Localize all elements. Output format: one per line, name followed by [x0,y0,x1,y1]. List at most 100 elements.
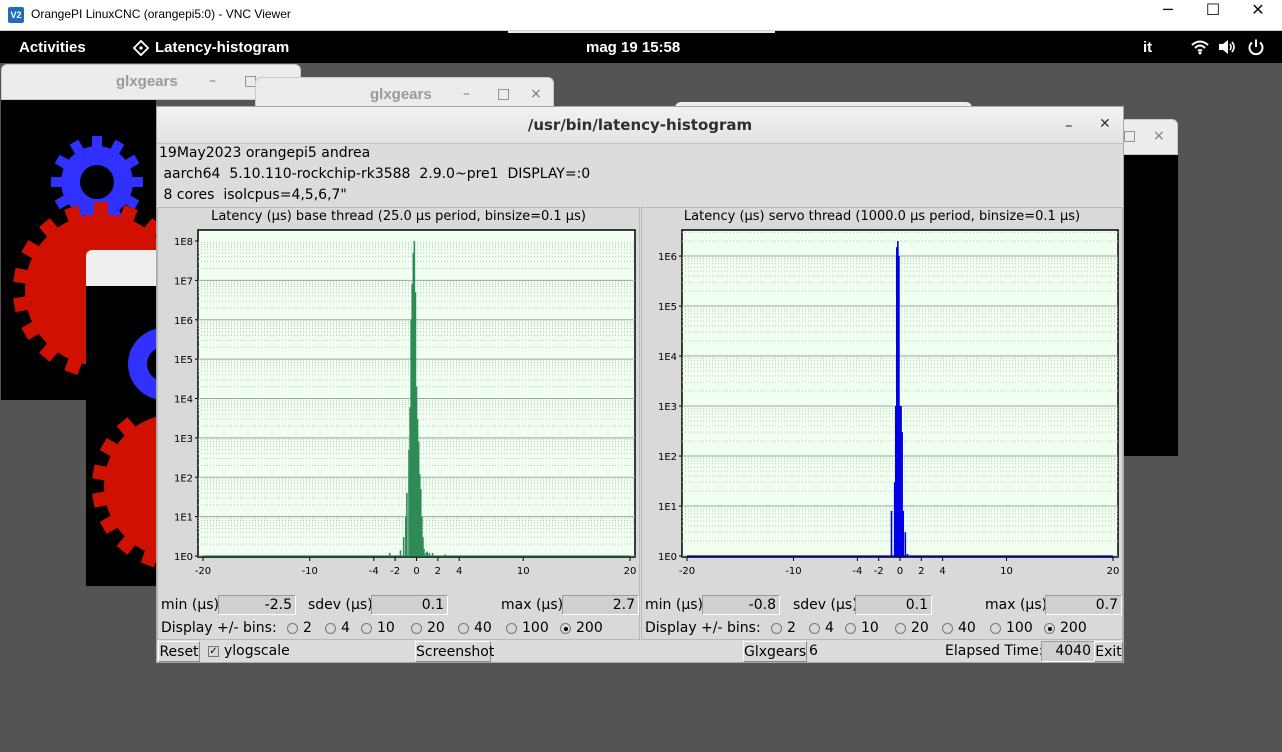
base-bar [444,554,447,556]
base-bins-radio-100[interactable] [506,623,517,634]
servo-bins-radio-label: 4 [825,620,834,636]
servo-x-tick-label: 20 [1107,566,1120,577]
elapsed-time-label: Elapsed Time: [945,643,1044,659]
servo-x-tick-label: -10 [785,566,801,577]
servo-bins-radio-4[interactable] [809,623,820,634]
base-bar [431,552,434,556]
activities-button[interactable]: Activities [19,39,86,56]
servo-histogram-title: Latency (µs) servo thread (1000.0 µs per… [683,209,1081,224]
servo-max-value: 0.7 [1045,595,1122,615]
base-bar [406,492,408,556]
servo-bins-radio-label: 20 [911,620,929,636]
base-x-tick-label: 2 [435,566,441,577]
screenshot-button[interactable]: Screenshot [415,641,494,662]
latency-histogram-window: /usr/bin/latency-histogram – ✕ 19May2023… [156,106,1124,663]
base-y-tick-label: 1E7 [174,276,193,287]
servo-y-tick-label: 1E6 [658,252,677,263]
servo-bins-radio-label: 40 [958,620,976,636]
sysinfo-line-3: 8 cores isolcpus=4,5,6,7" [159,187,347,203]
servo-bar [906,553,909,556]
power-icon[interactable] [1247,38,1265,56]
wifi-icon[interactable] [1191,39,1209,55]
vnc-close-button[interactable]: ✕ [1235,0,1281,31]
base-x-tick-label: 4 [456,566,462,577]
servo-bar [890,510,893,556]
glxgears-button[interactable]: Glxgears [743,641,807,662]
vnc-window-title: OrangePI LinuxCNC (orangepi5:0) - VNC Vi… [31,7,291,21]
servo-bins-radio-40[interactable] [942,623,953,634]
base-y-tick-label: 1E2 [174,473,193,484]
servo-x-tick-label: -2 [874,566,884,577]
glxgears-2-close-button[interactable]: × [530,86,542,102]
servo-bins-radio-10[interactable] [845,623,856,634]
window-title: /usr/bin/latency-histogram [527,116,753,134]
base-x-tick-label: -20 [195,566,211,577]
glxgears-window-3-titlebar[interactable] [86,250,156,286]
servo-bins-radio-200[interactable] [1044,623,1055,634]
exit-button[interactable]: Exit [1094,641,1123,662]
servo-bins-radio-20[interactable] [895,623,906,634]
servo-bins-radio-100[interactable] [990,623,1001,634]
base-x-tick-label: 20 [624,566,637,577]
base-x-tick-label: 10 [517,566,530,577]
base-bar [402,537,405,556]
glxgears-1-minimize-button[interactable]: – [209,73,216,89]
servo-min-label: min (µs) [645,597,703,613]
volume-icon[interactable] [1218,39,1236,55]
base-bins-radio-20[interactable] [411,623,422,634]
servo-bins-radio-2[interactable] [771,623,782,634]
servo-bins-radio-label: 200 [1060,620,1087,636]
base-bins-radio-label: 40 [474,620,492,636]
servo-x-tick-label: 0 [897,566,903,577]
base-y-tick-label: 1E3 [174,434,193,445]
base-bins-radio-2[interactable] [287,623,298,634]
glxgears-count: 6 [809,643,818,659]
base-min-label: min (µs) [161,597,219,613]
base-thread-panel: Latency (µs) base thread (25.0 µs period… [157,207,640,640]
glxgears-5-close-button[interactable]: × [1153,128,1165,144]
keyboard-layout-indicator[interactable]: it [1143,39,1152,56]
base-x-tick-label: -10 [302,566,318,577]
glxgears-5-maximize-button[interactable]: □ [1123,128,1136,144]
vnc-maximize-button[interactable]: ☐ [1190,0,1236,31]
vnc-minimize-button[interactable]: ─ [1145,0,1191,31]
sysinfo-line-1: 19May2023 orangepi5 andrea [159,145,371,161]
glxgears-5-canvas [1124,155,1178,456]
base-y-tick-label: 1E4 [174,395,193,406]
servo-x-tick-label: 10 [1000,566,1013,577]
base-sdev-value: 0.1 [371,595,448,615]
servo-y-tick-label: 1E4 [658,352,677,363]
vnc-toolbar-handle[interactable] [508,31,775,33]
base-bins-radio-200[interactable] [560,623,571,634]
base-bar [426,551,428,556]
servo-histogram-chart: 1E01E11E21E31E41E51E6-20 -10 -4 -2 0 2 4 10 20 [658,229,1120,577]
servo-bins-radio-label: 100 [1006,620,1033,636]
servo-bar [902,510,904,556]
base-bins-radio-label: 100 [522,620,549,636]
clock[interactable]: mag 19 15:58 [586,39,680,56]
reset-button[interactable]: Reset [158,641,200,662]
window-minimize-button[interactable]: – [1065,116,1073,134]
window-close-button[interactable]: ✕ [1099,116,1111,132]
servo-y-tick-label: 1E5 [658,302,677,313]
glxgears-2-maximize-button[interactable]: □ [497,86,510,102]
base-bins-radio-4[interactable] [325,623,336,634]
base-y-tick-label: 1E5 [174,355,193,366]
elapsed-time-value: 4040 [1041,641,1095,662]
base-bar [428,552,431,556]
servo-bins-radio-group: 2 4 10 20 40 100 200 [642,618,1122,638]
servo-x-tick-label: -4 [852,566,862,577]
ylogscale-checkbox[interactable]: ✓ [208,646,219,657]
sysinfo-line-2: aarch64 5.10.110-rockchip-rk3588 2.9.0~p… [159,166,591,182]
servo-thread-panel: Latency (µs) servo thread (1000.0 µs per… [641,207,1123,640]
app-menu-label[interactable]: Latency-histogram [155,39,289,56]
glxgears-window-2-title: glxgears [370,86,432,103]
base-bar [399,550,402,556]
base-bins-radio-10[interactable] [361,623,372,634]
base-y-tick-label: 1E0 [174,552,193,563]
ylogscale-label: ylogscale [224,643,290,659]
base-x-tick-label: -2 [390,566,400,577]
base-bins-radio-group: 2 4 10 20 40 100 200 [158,618,639,638]
glxgears-2-minimize-button[interactable]: – [463,86,470,102]
base-bins-radio-40[interactable] [458,623,469,634]
